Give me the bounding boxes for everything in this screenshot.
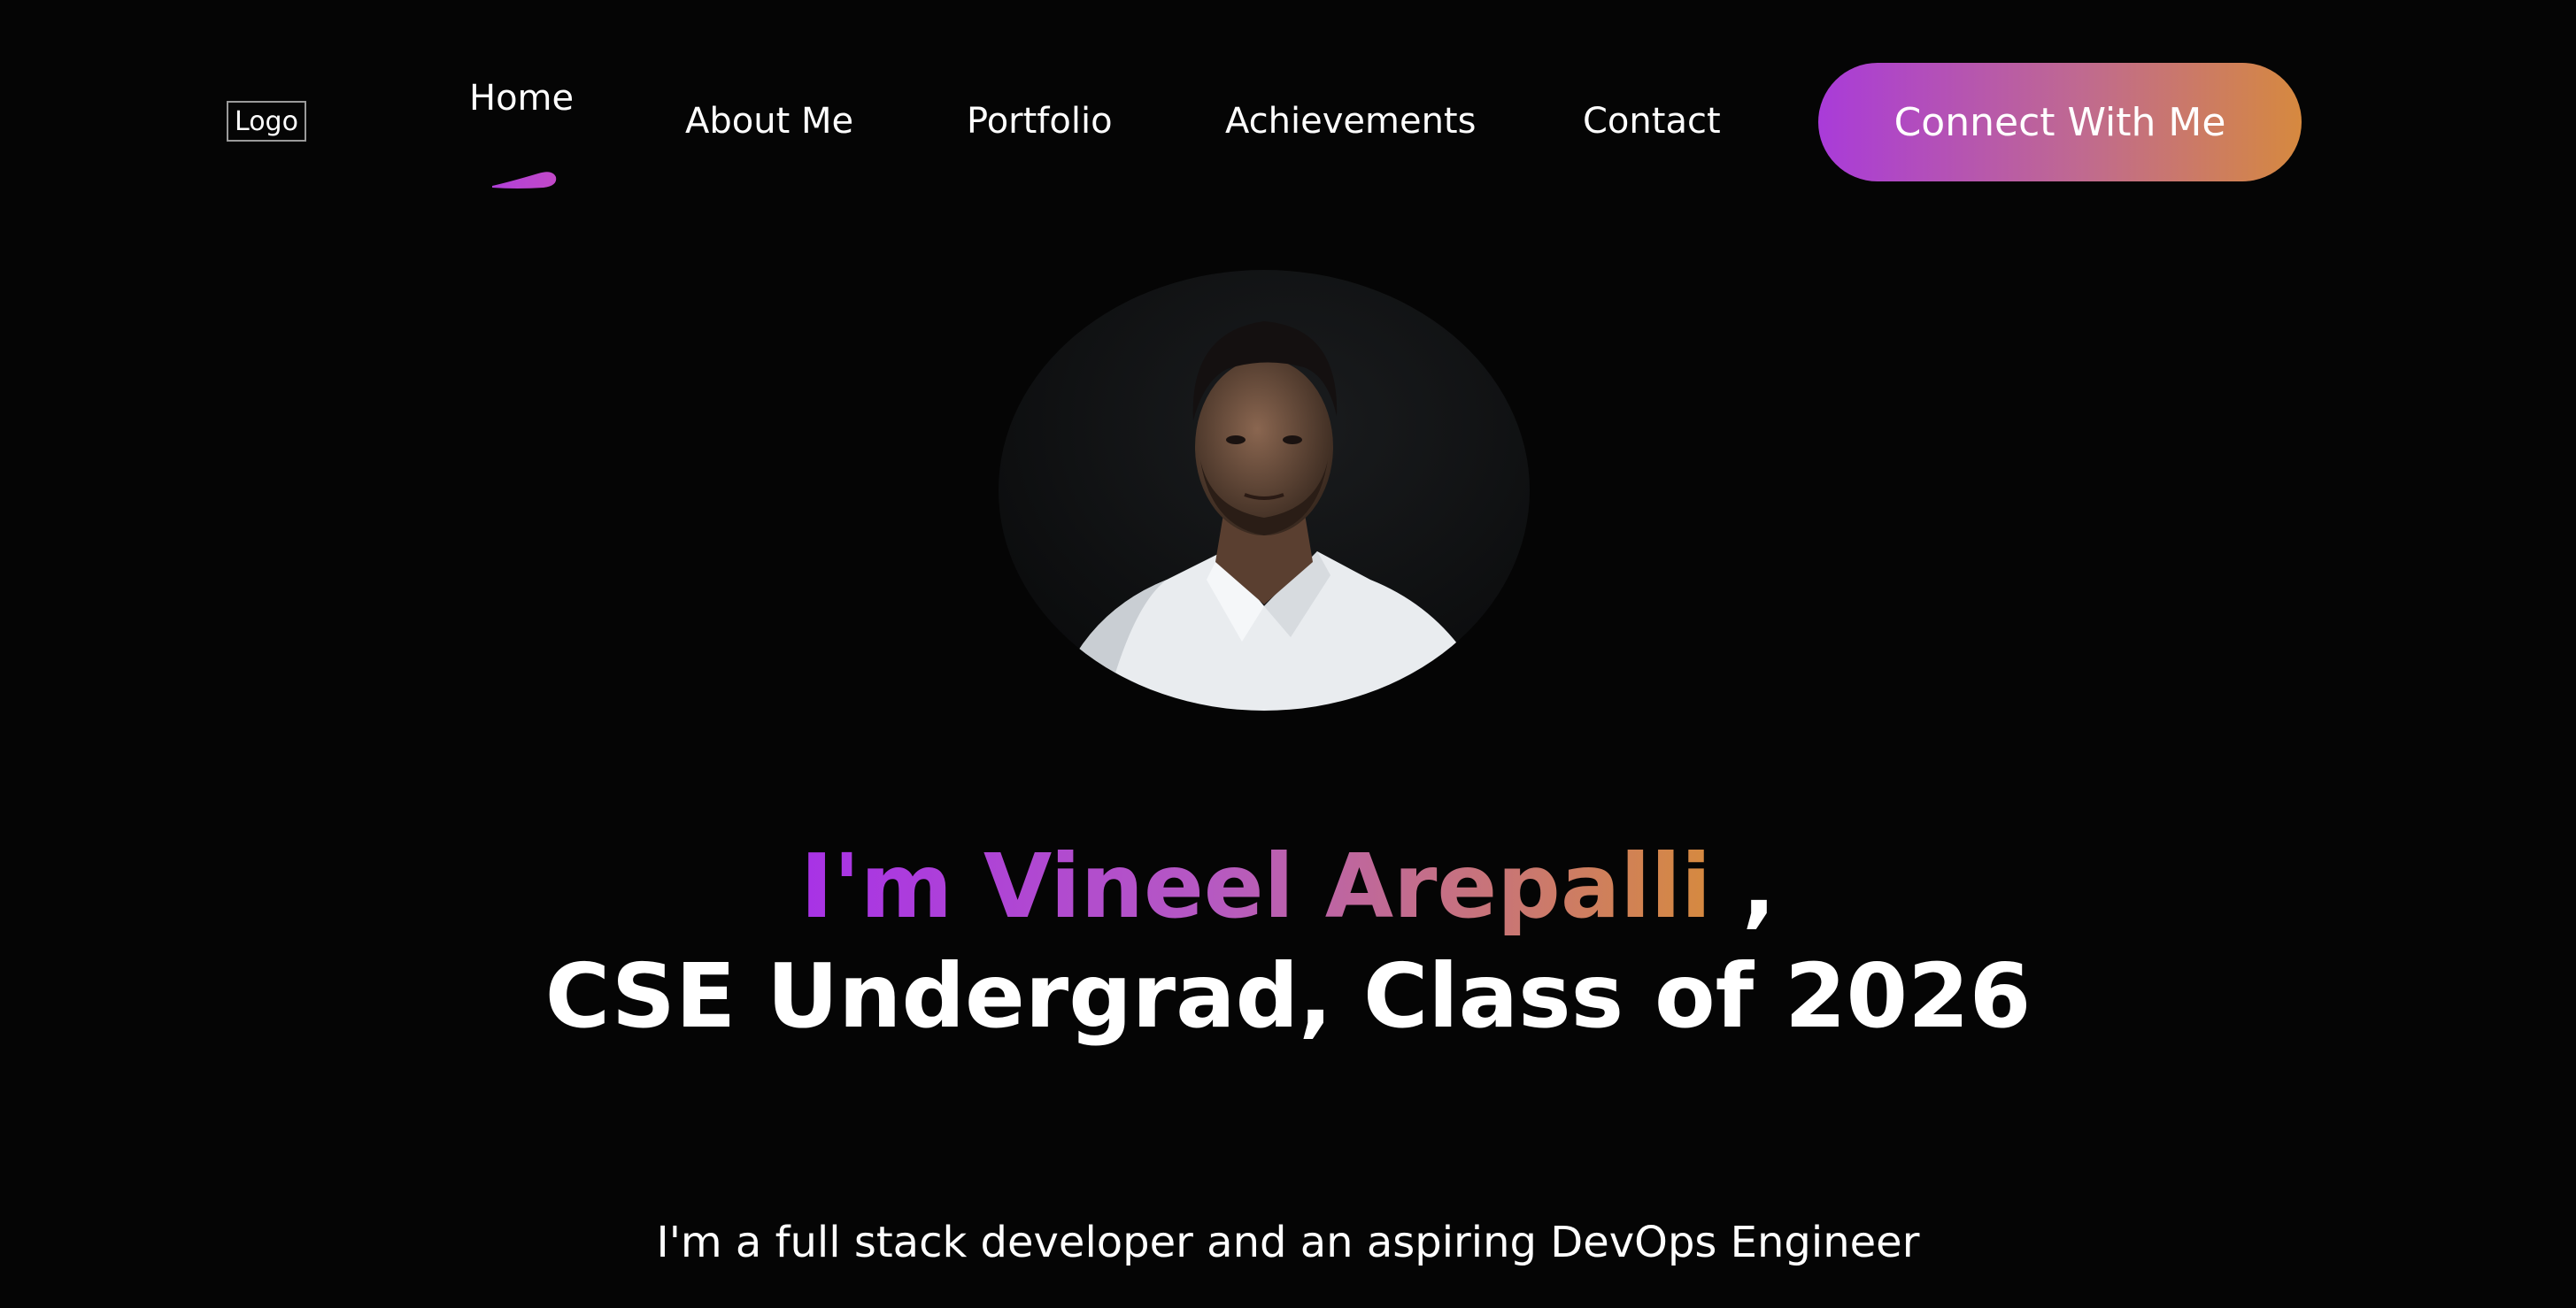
- connect-with-me-button[interactable]: Connect With Me: [1818, 63, 2302, 181]
- hero-role: CSE Undergrad, Class of 2026: [544, 944, 2032, 1048]
- nav-home-link[interactable]: Home: [469, 78, 574, 119]
- hero-headline: I'm Vineel Arepalli , CSE Undergrad, Cla…: [0, 832, 2576, 1051]
- profile-photo: [999, 270, 1530, 711]
- nav-achievements-link[interactable]: Achievements: [1225, 101, 1476, 142]
- name-line: I'm Vineel Arepalli ,: [0, 832, 2576, 942]
- logo[interactable]: Logo: [227, 101, 306, 142]
- nav-portfolio-link[interactable]: Portfolio: [967, 101, 1113, 142]
- nav-about-link[interactable]: About Me: [685, 101, 853, 142]
- hero-name: I'm Vineel Arepalli: [800, 835, 1712, 938]
- nav-contact-link[interactable]: Contact: [1583, 101, 1721, 142]
- active-nav-indicator: [492, 172, 557, 189]
- hero-name-comma: ,: [1741, 835, 1776, 938]
- hero-tagline: I'm a full stack developer and an aspiri…: [656, 1218, 1920, 1267]
